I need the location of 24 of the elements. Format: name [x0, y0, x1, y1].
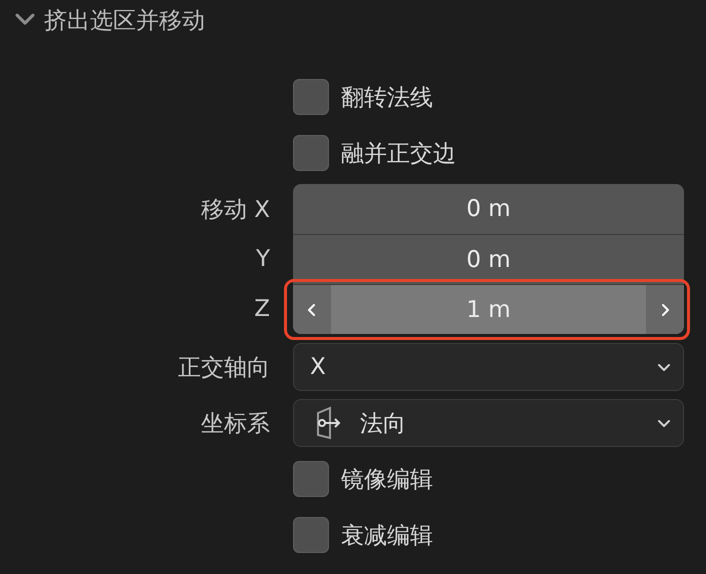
- field-label: 坐标系: [201, 410, 270, 438]
- panel-title: 挤出选区并移动: [44, 6, 205, 36]
- field-label: 移动 X: [200, 196, 270, 224]
- number-field[interactable]: 1 m: [293, 284, 684, 334]
- dropdown[interactable]: X: [293, 343, 684, 391]
- field-label: Z: [254, 296, 270, 322]
- number-field[interactable]: 0 m: [293, 184, 684, 234]
- checkbox-label: 融并正交边: [341, 140, 456, 168]
- field-value: 1 m: [466, 296, 511, 322]
- checkbox-label: 翻转法线: [341, 84, 433, 112]
- field-label: Y: [256, 246, 270, 272]
- dropdown-value: 法向: [360, 410, 407, 438]
- checkbox-label: 衰减编辑: [341, 522, 433, 550]
- checkbox[interactable]: [293, 517, 329, 553]
- checkbox[interactable]: [293, 79, 329, 115]
- field-label: 正交轴向: [178, 354, 270, 382]
- field-value: 0 m: [466, 196, 511, 222]
- dropdown[interactable]: 法向: [293, 399, 684, 447]
- checkbox[interactable]: [293, 135, 329, 171]
- checkbox-label: 镜像编辑: [341, 466, 433, 494]
- checkbox[interactable]: [293, 461, 329, 497]
- dropdown-value: X: [310, 354, 327, 380]
- number-field[interactable]: 0 m: [293, 234, 684, 284]
- field-value: 0 m: [466, 246, 511, 272]
